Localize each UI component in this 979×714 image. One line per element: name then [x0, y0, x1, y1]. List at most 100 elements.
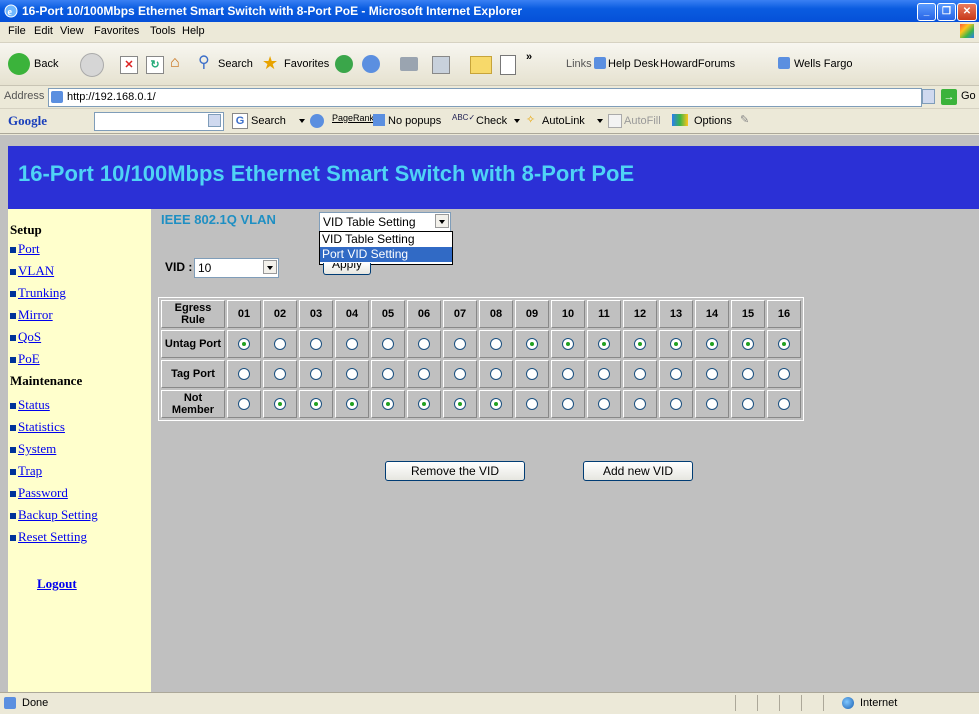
port-radio-button[interactable] [274, 368, 286, 381]
port-radio-button[interactable] [634, 338, 646, 351]
port-radio-button[interactable] [454, 368, 466, 381]
port-radio-button[interactable] [778, 368, 790, 381]
vid-select[interactable]: 10 [194, 258, 279, 278]
options-button[interactable]: Options [694, 115, 732, 127]
port-radio-button[interactable] [706, 398, 718, 411]
port-radio-button[interactable] [238, 338, 250, 351]
remove-vid-button[interactable]: Remove the VID [385, 461, 525, 481]
port-radio-button[interactable] [598, 398, 610, 411]
menu-edit[interactable]: Edit [34, 25, 53, 37]
port-radio-button[interactable] [346, 398, 358, 411]
home-icon[interactable]: ⌂ [170, 55, 186, 71]
dropdown-arrow-icon[interactable] [296, 115, 305, 127]
sidebar-item-statistics[interactable]: Statistics [10, 419, 65, 435]
port-radio-button[interactable] [670, 398, 682, 411]
menu-help[interactable]: Help [182, 25, 205, 37]
add-new-vid-button[interactable]: Add new VID [583, 461, 693, 481]
sidebar-item-qos[interactable]: QoS [10, 329, 41, 345]
port-radio-button[interactable] [598, 368, 610, 381]
address-field[interactable]: http://192.168.0.1/ [48, 88, 922, 107]
port-radio-button[interactable] [706, 368, 718, 381]
google-dropdown-icon[interactable] [208, 114, 221, 127]
port-radio-button[interactable] [562, 338, 574, 351]
port-radio-button[interactable] [274, 338, 286, 351]
google-logo[interactable]: Google [8, 113, 47, 129]
minimize-button[interactable]: _ [917, 3, 936, 21]
port-radio-button[interactable] [670, 338, 682, 351]
check-button[interactable]: Check [476, 115, 507, 127]
port-radio-button[interactable] [562, 398, 574, 411]
port-radio-button[interactable] [418, 368, 430, 381]
port-radio-button[interactable] [310, 338, 322, 351]
highlighter-icon[interactable]: ✎ [740, 113, 749, 126]
go-button[interactable]: Go [961, 90, 976, 102]
port-radio-button[interactable] [310, 398, 322, 411]
link-help-desk[interactable]: Help Desk [608, 58, 659, 70]
close-button[interactable]: ✕ [957, 3, 977, 21]
dropdown-arrow-icon[interactable] [263, 260, 277, 274]
port-radio-button[interactable] [778, 338, 790, 351]
port-radio-button[interactable] [526, 338, 538, 351]
sidebar-item-vlan[interactable]: VLAN [10, 263, 54, 279]
sidebar-item-poe[interactable]: PoE [10, 351, 40, 367]
stop-icon[interactable]: ✕ [120, 56, 138, 74]
sidebar-item-mirror[interactable]: Mirror [10, 307, 53, 323]
edit-icon[interactable] [432, 56, 450, 74]
sidebar-item-trap[interactable]: Trap [10, 463, 42, 479]
document-icon[interactable] [500, 55, 516, 75]
refresh-icon[interactable]: ↻ [146, 56, 164, 74]
port-radio-button[interactable] [346, 338, 358, 351]
port-radio-button[interactable] [382, 368, 394, 381]
sidebar-item-status[interactable]: Status [10, 397, 50, 413]
port-radio-button[interactable] [742, 398, 754, 411]
port-radio-button[interactable] [562, 368, 574, 381]
port-radio-button[interactable] [598, 338, 610, 351]
google-g-icon[interactable]: G [232, 113, 248, 129]
menu-tools[interactable]: Tools [150, 25, 176, 37]
apply-button[interactable]: Apply [323, 263, 371, 275]
menu-favorites[interactable]: Favorites [94, 25, 139, 37]
port-radio-button[interactable] [382, 398, 394, 411]
port-radio-button[interactable] [310, 368, 322, 381]
sidebar-item-backup-setting[interactable]: Backup Setting [10, 507, 98, 523]
menu-view[interactable]: View [60, 25, 84, 37]
port-radio-button[interactable] [706, 338, 718, 351]
port-radio-button[interactable] [454, 398, 466, 411]
back-button[interactable]: Back [34, 58, 58, 70]
popup-blocker-button[interactable]: No popups [388, 115, 441, 127]
vlan-mode-select[interactable]: VID Table Setting [319, 212, 451, 232]
google-search-button[interactable]: Search [251, 115, 286, 127]
sidebar-item-trunking[interactable]: Trunking [10, 285, 66, 301]
dropdown-arrow-icon[interactable] [511, 115, 520, 127]
port-radio-button[interactable] [454, 338, 466, 351]
address-dropdown-icon[interactable] [922, 89, 935, 104]
port-radio-button[interactable] [382, 338, 394, 351]
search-button[interactable]: Search [218, 58, 253, 70]
go-arrow-icon[interactable]: → [941, 89, 957, 105]
port-radio-button[interactable] [490, 368, 502, 381]
port-radio-button[interactable] [238, 398, 250, 411]
logout-link[interactable]: Logout [37, 576, 77, 592]
port-radio-button[interactable] [490, 338, 502, 351]
menu-file[interactable]: File [8, 25, 26, 37]
forward-arrow-icon[interactable] [80, 53, 104, 77]
port-radio-button[interactable] [742, 338, 754, 351]
toolbar-overflow-icon[interactable]: » [526, 51, 532, 63]
sidebar-item-system[interactable]: System [10, 441, 56, 457]
folder-icon[interactable] [470, 56, 492, 74]
port-radio-button[interactable] [634, 398, 646, 411]
search-icon[interactable]: ⚲ [198, 55, 210, 71]
port-radio-button[interactable] [742, 368, 754, 381]
dropdown-arrow-icon[interactable] [594, 115, 603, 127]
port-radio-button[interactable] [526, 398, 538, 411]
restore-button[interactable]: ❐ [937, 3, 956, 21]
dropdown-arrow-icon[interactable] [435, 214, 449, 228]
history-icon[interactable] [335, 55, 353, 73]
port-radio-button[interactable] [670, 368, 682, 381]
autolink-button[interactable]: AutoLink [542, 115, 585, 127]
google-search-input[interactable] [94, 112, 224, 131]
back-arrow-icon[interactable] [8, 53, 30, 75]
print-icon[interactable] [400, 57, 418, 71]
port-radio-button[interactable] [634, 368, 646, 381]
mail-icon[interactable] [362, 55, 380, 73]
